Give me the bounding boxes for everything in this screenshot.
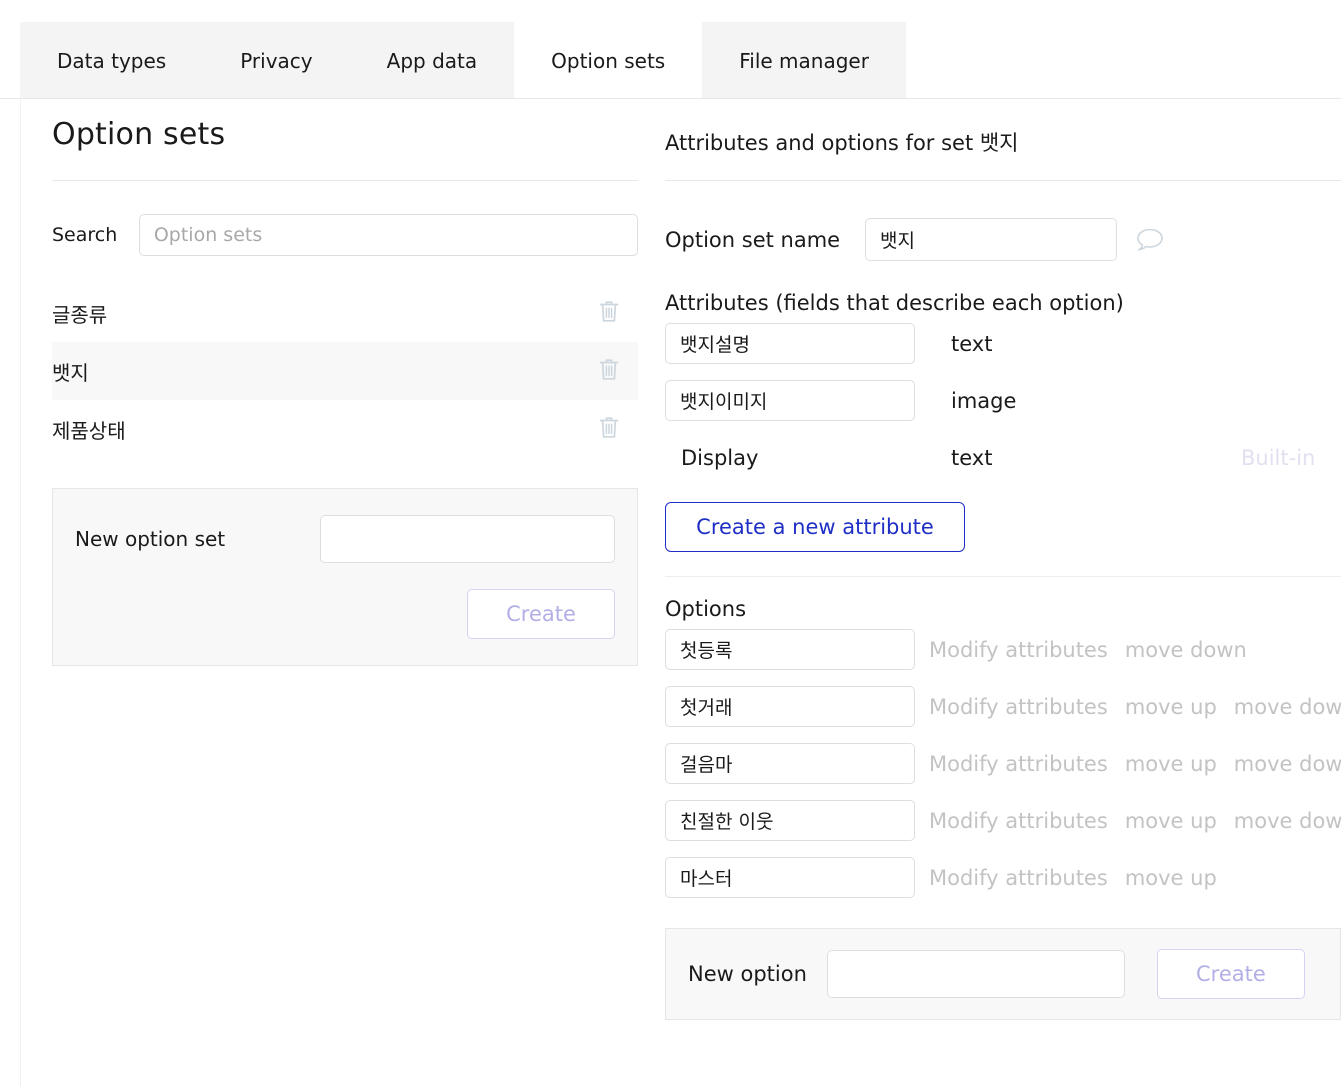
attribute-row: Display text Built-in — [665, 429, 1341, 486]
option-action-move-up[interactable]: move up — [1125, 695, 1217, 719]
search-input[interactable] — [138, 214, 638, 256]
option-actions: Modify attributes move up — [929, 866, 1217, 890]
option-row: Modify attributes move up move down — [665, 678, 1341, 735]
trash-icon-glyph — [599, 359, 619, 380]
tab-app-data[interactable]: App data — [349, 22, 515, 99]
title-divider — [52, 180, 638, 181]
option-action-modify-attributes[interactable]: Modify attributes — [929, 638, 1108, 662]
create-new-attribute-button[interactable]: Create a new attribute — [665, 502, 965, 552]
search-row: Search — [52, 214, 638, 256]
option-name-input[interactable] — [665, 686, 915, 727]
new-option-set-panel: New option set Create — [52, 488, 638, 666]
create-option-button[interactable]: Create — [1156, 949, 1305, 999]
option-action-modify-attributes[interactable]: Modify attributes — [929, 809, 1108, 833]
tab-privacy[interactable]: Privacy — [203, 22, 350, 99]
option-action-move-up[interactable]: move up — [1125, 809, 1217, 833]
option-set-name: 뱃지 — [52, 360, 89, 385]
new-option-input[interactable] — [826, 950, 1125, 998]
new-option-set-button-row: Create — [75, 589, 615, 639]
main-content: Option sets Search 글종류 뱃지 제품상태 New optio… — [0, 99, 1341, 1086]
attribute-type: text — [951, 445, 993, 470]
option-set-name: 글종류 — [52, 302, 108, 327]
option-name-input[interactable] — [665, 857, 915, 898]
tab-data-types[interactable]: Data types — [20, 22, 204, 99]
option-set-list-item[interactable]: 뱃지 — [52, 342, 638, 400]
option-set-list-item[interactable]: 제품상태 — [52, 400, 638, 458]
left-edge-divider — [20, 99, 21, 1086]
option-row: Modify attributes move up move down — [665, 735, 1341, 792]
delete-option-set-icon[interactable] — [598, 415, 620, 443]
speech-bubble-icon[interactable] — [1135, 226, 1165, 254]
trash-icon-glyph — [599, 417, 619, 438]
attributes-heading: Attributes (fields that describe each op… — [665, 291, 1124, 315]
attribute-name-input[interactable] — [665, 380, 915, 421]
option-row: Modify attributes move up — [665, 849, 1341, 906]
tab-list: Data types Privacy App data Option sets File… — [20, 22, 906, 99]
options-heading: Options — [665, 597, 747, 621]
options-section-divider — [665, 576, 1341, 577]
option-name-input[interactable] — [665, 629, 915, 670]
delete-option-set-icon[interactable] — [598, 357, 620, 385]
create-option-set-button[interactable]: Create — [467, 589, 615, 639]
option-actions: Modify attributes move up move down — [929, 752, 1341, 776]
option-set-name-row: Option set name — [665, 218, 1341, 261]
tab-option-sets[interactable]: Option sets — [514, 22, 703, 99]
attribute-row: text — [665, 315, 1341, 372]
option-name-input[interactable] — [665, 800, 915, 841]
option-row: Modify attributes move up move down — [665, 792, 1341, 849]
option-name-input[interactable] — [665, 743, 915, 784]
option-action-move-up[interactable]: move up — [1125, 866, 1217, 890]
search-label: Search — [52, 224, 118, 246]
attributes-and-options-panel: Attributes and options for set 뱃지 Option… — [665, 99, 1341, 1020]
right-title-divider — [665, 180, 1341, 181]
new-option-panel: New option Create — [665, 928, 1341, 1020]
option-action-modify-attributes[interactable]: Modify attributes — [929, 866, 1108, 890]
option-action-move-down[interactable]: move down — [1234, 695, 1341, 719]
attributes-list: text image Display text Built-in — [665, 315, 1341, 486]
option-set-list-item[interactable]: 글종류 — [52, 284, 638, 342]
option-action-move-down[interactable]: move down — [1125, 638, 1247, 662]
trash-icon-glyph — [599, 301, 619, 322]
new-option-set-row: New option set — [75, 515, 615, 563]
option-action-modify-attributes[interactable]: Modify attributes — [929, 695, 1108, 719]
option-action-modify-attributes[interactable]: Modify attributes — [929, 752, 1108, 776]
option-actions: Modify attributes move up move down — [929, 695, 1341, 719]
option-set-name-label: Option set name — [665, 227, 841, 252]
page-title: Option sets — [52, 117, 226, 152]
tab-bar: Data types Privacy App data Option sets File… — [0, 0, 1341, 99]
attribute-builtin-badge: Built-in — [1241, 445, 1316, 470]
tab-file-manager[interactable]: File manager — [702, 22, 906, 99]
option-actions: Modify attributes move down — [929, 638, 1247, 662]
attribute-type: image — [951, 388, 1017, 413]
option-set-name: 제품상태 — [52, 418, 126, 443]
option-row: Modify attributes move down — [665, 621, 1341, 678]
option-action-move-up[interactable]: move up — [1125, 752, 1217, 776]
new-option-set-label: New option set — [75, 527, 226, 551]
option-actions: Modify attributes move up move down — [929, 809, 1341, 833]
option-set-name-input[interactable] — [865, 218, 1117, 261]
option-set-list: 글종류 뱃지 제품상태 — [52, 284, 638, 458]
right-panel-title: Attributes and options for set 뱃지 — [665, 131, 1019, 155]
option-sets-panel: Option sets Search 글종류 뱃지 제품상태 New optio… — [52, 99, 638, 666]
attribute-name-input[interactable] — [665, 323, 915, 364]
new-option-set-input[interactable] — [320, 515, 615, 563]
attribute-type: text — [951, 331, 993, 356]
new-option-label: New option — [688, 962, 807, 986]
options-list: Modify attributesmove downModify attribu… — [665, 621, 1341, 906]
delete-option-set-icon[interactable] — [598, 299, 620, 327]
attribute-row: image — [665, 372, 1341, 429]
option-action-move-down[interactable]: move down — [1234, 752, 1341, 776]
option-action-move-down[interactable]: move down — [1234, 809, 1341, 833]
attribute-name-static: Display — [681, 445, 759, 470]
